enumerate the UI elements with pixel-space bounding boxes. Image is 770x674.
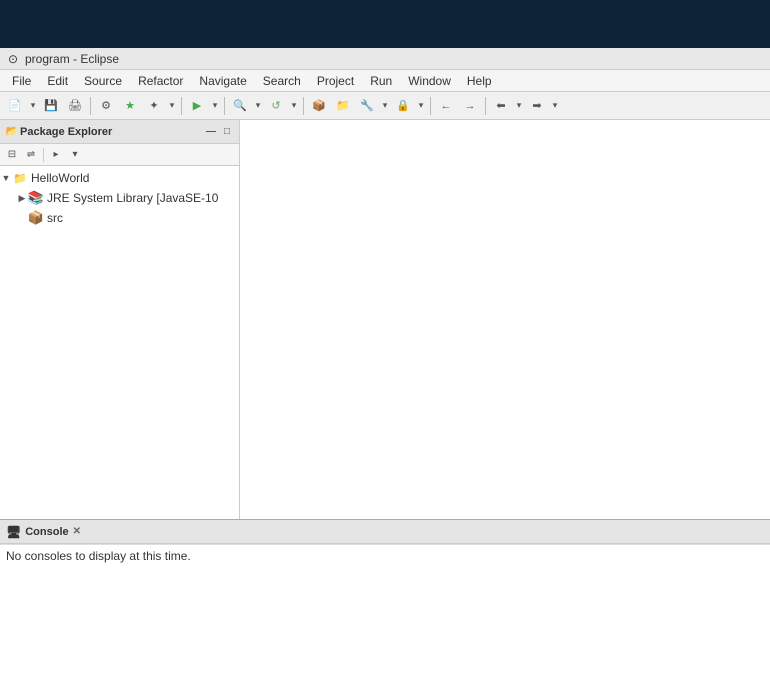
- nav-fwd-dropdown[interactable]: ▾: [550, 95, 560, 117]
- menu-refactor[interactable]: Refactor: [130, 72, 191, 90]
- toolbar-separator-3: [224, 97, 225, 115]
- link-editor-button[interactable]: ⇌: [22, 146, 40, 164]
- run-last-button[interactable]: ★: [119, 95, 141, 117]
- new-file-dropdown[interactable]: ▾: [28, 95, 38, 117]
- open-resource-button[interactable]: 📁: [332, 95, 354, 117]
- package-explorer-header: 📂 Package Explorer — □: [0, 120, 239, 144]
- menu-bar: File Edit Source Refactor Navigate Searc…: [0, 70, 770, 92]
- package-explorer-title: Package Explorer: [20, 126, 203, 138]
- collapse-all-button[interactable]: ⊟: [3, 146, 21, 164]
- main-toolbar: 📄 ▾ 💾 🖨 ⚙ ★ ✦ ▾ ▶ ▾ 🔍 ▾ ↺ ▾ 📦 📁 🔧 ▾ 🔒 ▾ …: [0, 92, 770, 120]
- jre-expand-icon[interactable]: ▶: [16, 192, 28, 204]
- toolbar-separator-1: [90, 97, 91, 115]
- menu-window[interactable]: Window: [400, 72, 459, 90]
- play-button[interactable]: ▶: [186, 95, 208, 117]
- console-close-button[interactable]: ✕: [73, 526, 81, 537]
- src-label: src: [47, 211, 63, 225]
- search-dropdown[interactable]: ▾: [253, 95, 263, 117]
- menu-source[interactable]: Source: [76, 72, 130, 90]
- toolbar-separator-4: [303, 97, 304, 115]
- tree-item-src[interactable]: 📦 src: [0, 208, 239, 228]
- toolbar-separator-5: [430, 97, 431, 115]
- package-explorer-icon: 📂: [4, 124, 20, 140]
- console-message: No consoles to display at this time.: [6, 549, 191, 563]
- jre-label: JRE System Library [JavaSE-10: [47, 191, 218, 205]
- console-content: No consoles to display at this time.: [0, 544, 770, 567]
- top-bar: [0, 0, 770, 48]
- search-button[interactable]: 🔍: [229, 95, 251, 117]
- tree-item-helloworld[interactable]: ▼ 📁 HelloWorld: [0, 168, 239, 188]
- refresh-dropdown[interactable]: ▾: [289, 95, 299, 117]
- console-panel: 🖥 Console ✕ No consoles to display at th…: [0, 519, 770, 674]
- src-expand-icon: [16, 212, 28, 224]
- eclipse-icon: ⊙: [6, 52, 20, 66]
- play-dropdown[interactable]: ▾: [210, 95, 220, 117]
- console-header: 🖥 Console ✕: [0, 520, 770, 544]
- open-type-button[interactable]: 📦: [308, 95, 330, 117]
- menu-help[interactable]: Help: [459, 72, 500, 90]
- tree-item-jre[interactable]: ▶ 📚 JRE System Library [JavaSE-10: [0, 188, 239, 208]
- back-button[interactable]: ←: [435, 95, 457, 117]
- window-title: program - Eclipse: [25, 52, 119, 66]
- expand-icon[interactable]: ▼: [0, 172, 12, 184]
- project-label: HelloWorld: [31, 171, 89, 185]
- forward-button[interactable]: →: [459, 95, 481, 117]
- tool1-button[interactable]: 🔧: [356, 95, 378, 117]
- toolbar-separator-2: [181, 97, 182, 115]
- menu-edit[interactable]: Edit: [39, 72, 76, 90]
- print-button[interactable]: 🖨: [64, 95, 86, 117]
- nav-fwd-button[interactable]: ➡: [526, 95, 548, 117]
- panel-toolbar-sep: [43, 148, 44, 162]
- nav-back-button[interactable]: ⬅: [490, 95, 512, 117]
- project-icon: 📁: [12, 170, 28, 186]
- maximize-button[interactable]: □: [219, 124, 235, 140]
- run-ext-dropdown[interactable]: ▾: [167, 95, 177, 117]
- package-explorer-toolbar: ⊟ ⇌ ▸ ▾: [0, 144, 239, 166]
- tool2-dropdown[interactable]: ▾: [416, 95, 426, 117]
- menu-file[interactable]: File: [4, 72, 39, 90]
- tool1-dropdown[interactable]: ▾: [380, 95, 390, 117]
- new-file-button[interactable]: 📄: [4, 95, 26, 117]
- run-ext-button[interactable]: ✦: [143, 95, 165, 117]
- view-menu-button[interactable]: ▸: [47, 146, 65, 164]
- nav-back-dropdown[interactable]: ▾: [514, 95, 524, 117]
- main-area: 📂 Package Explorer — □ ⊟ ⇌ ▸ ▾ ▼ 📁 Hello…: [0, 120, 770, 674]
- menu-run[interactable]: Run: [362, 72, 400, 90]
- tool2-button[interactable]: 🔒: [392, 95, 414, 117]
- console-tab: 🖥 Console ✕: [6, 525, 81, 539]
- menu-search[interactable]: Search: [255, 72, 309, 90]
- menu-project[interactable]: Project: [309, 72, 362, 90]
- library-icon: 📚: [28, 190, 44, 206]
- save-button[interactable]: 💾: [40, 95, 62, 117]
- src-icon: 📦: [28, 210, 44, 226]
- view-menu-down[interactable]: ▾: [66, 146, 84, 164]
- menu-navigate[interactable]: Navigate: [191, 72, 254, 90]
- properties-button[interactable]: ⚙: [95, 95, 117, 117]
- console-icon: 🖥: [6, 525, 21, 539]
- toolbar-separator-6: [485, 97, 486, 115]
- minimize-button[interactable]: —: [203, 124, 219, 140]
- console-title: Console: [25, 526, 68, 538]
- title-bar: ⊙ program - Eclipse: [0, 48, 770, 70]
- refresh-button[interactable]: ↺: [265, 95, 287, 117]
